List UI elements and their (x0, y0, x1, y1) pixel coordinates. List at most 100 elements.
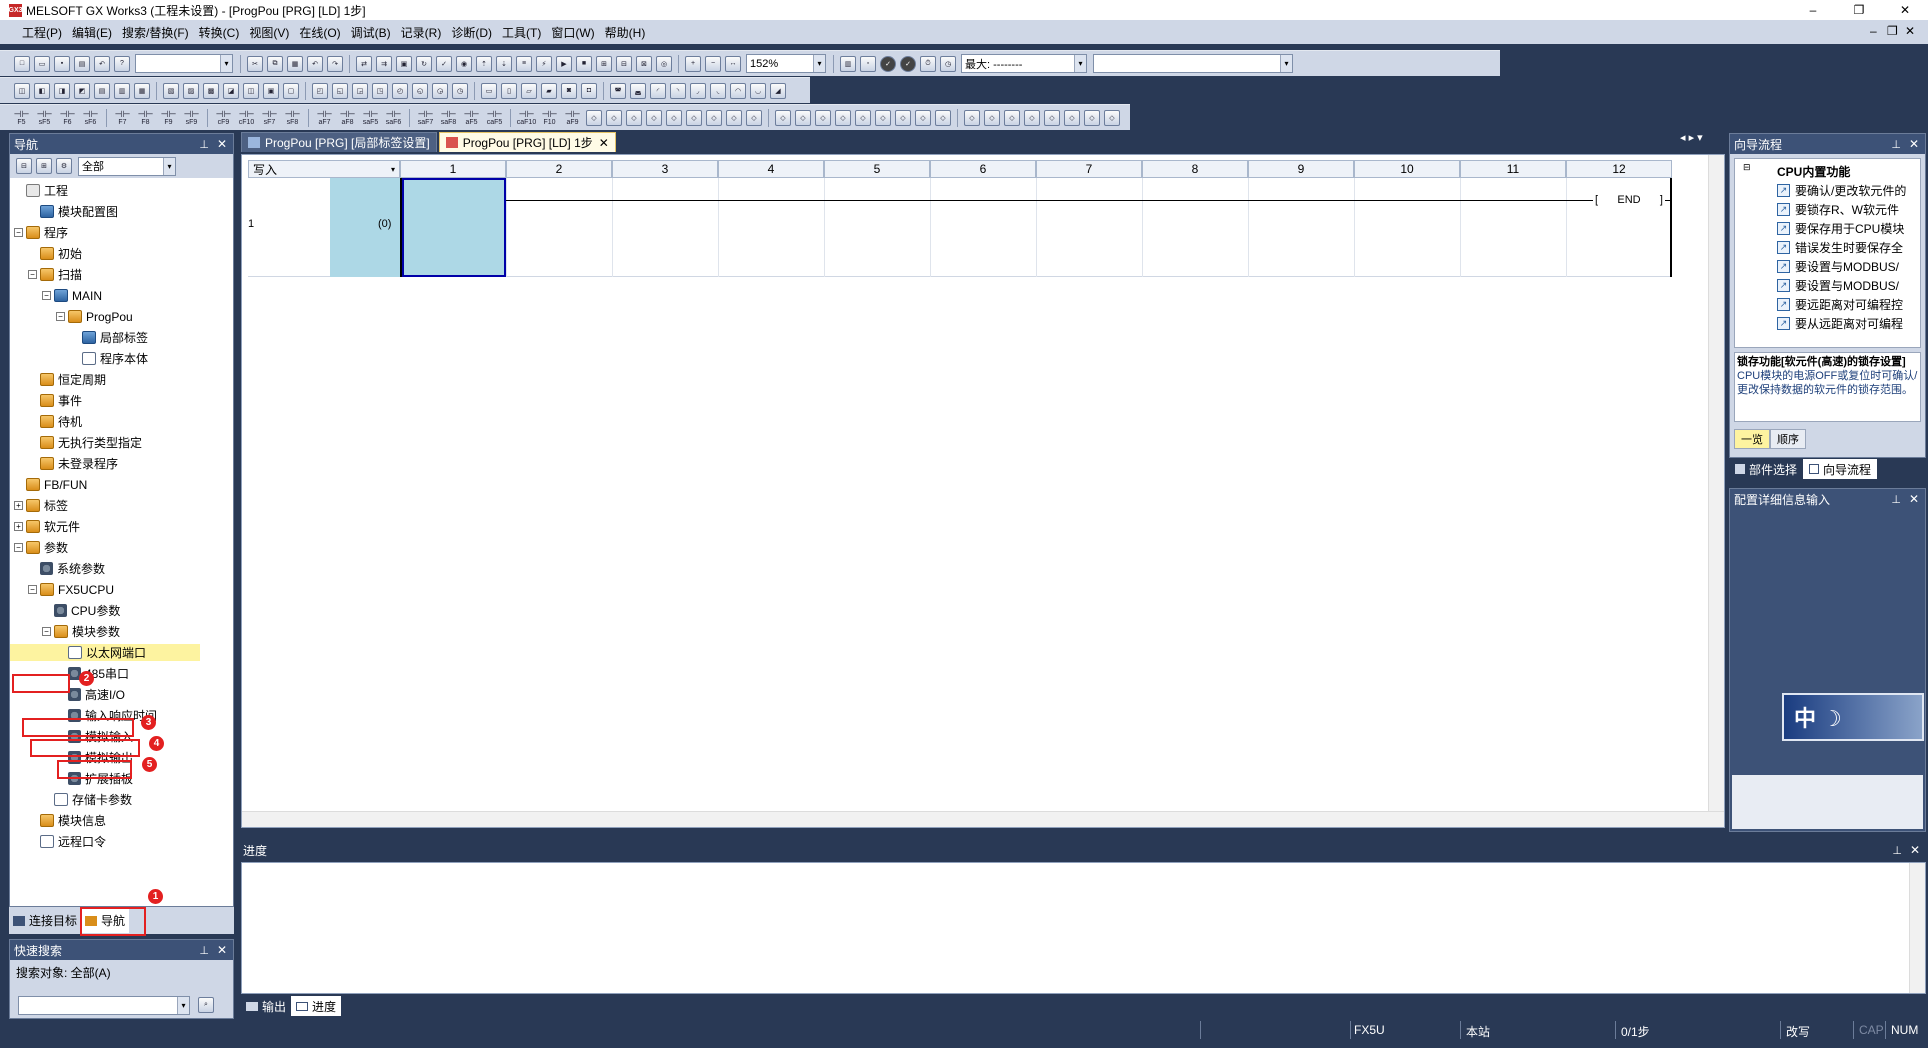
ladder-tool-6-icon[interactable]: ◇ (706, 109, 722, 126)
ladder-tool-9-icon[interactable]: ◇ (775, 109, 791, 126)
ladder-key-9-button[interactable]: ⊣⊢ cF10 (236, 109, 257, 126)
ladder-tool-12-icon[interactable]: ◇ (835, 109, 851, 126)
pin-icon[interactable]: ⊥ (1891, 138, 1901, 151)
ladder-tool-11-icon[interactable]: ◇ (815, 109, 831, 126)
tree-node-3[interactable]: 初始 (28, 245, 82, 262)
ladder-tool-0-icon[interactable]: ◇ (586, 109, 602, 126)
menu-item-0[interactable]: 工程(P) (22, 24, 62, 41)
guide-item-3[interactable]: ↗ 错误发生时要保存全 (1777, 238, 1903, 257)
program-tool-10-icon[interactable]: ◪ (223, 82, 239, 99)
ladder-key-8-button[interactable]: ⊣⊢ cF9 (213, 109, 234, 126)
menu-item-10[interactable]: 窗口(W) (551, 24, 594, 41)
tree-node-18[interactable]: 系统参数 (28, 560, 105, 577)
menu-item-1[interactable]: 编辑(E) (72, 24, 112, 41)
ladder-tool-18-icon[interactable]: ◇ (964, 109, 980, 126)
ladder-key-18-button[interactable]: ⊣⊢ aF5 (461, 109, 482, 126)
cursor-cell[interactable] (402, 178, 506, 277)
undo-history-icon[interactable]: ↶ (94, 55, 110, 72)
mdi-minimize-button[interactable]: – (1870, 24, 1877, 38)
program-tool-21-icon[interactable]: ◷ (452, 82, 468, 99)
program-tool-35-icon[interactable]: ◡ (750, 82, 766, 99)
tree-node-10[interactable]: 事件 (28, 392, 82, 409)
pin-icon[interactable]: ⊥ (1891, 493, 1901, 506)
paste-icon[interactable]: ▦ (287, 55, 303, 72)
target-combo[interactable]: ▾ (1093, 54, 1293, 73)
expander-icon[interactable]: − (14, 543, 23, 552)
tree-node-2[interactable]: − 程序 (14, 224, 68, 241)
program-tool-29-icon[interactable]: ◛ (630, 82, 646, 99)
collapse-all-icon[interactable]: ⊟ (16, 158, 32, 174)
ladder-key-7-button[interactable]: ⊣⊢ sF9 (181, 109, 202, 126)
guide-item-1[interactable]: ↗ 要锁存R、W软元件 (1777, 200, 1899, 219)
simulator-icon[interactable]: ⊞ (596, 55, 612, 72)
editor-horizontal-scrollbar[interactable] (242, 811, 1724, 827)
ladder-tool-25-icon[interactable]: ◇ (1104, 109, 1120, 126)
ladder-tool-8-icon[interactable]: ◇ (746, 109, 762, 126)
tree-node-14[interactable]: FB/FUN (14, 476, 87, 493)
check-circle-2-icon[interactable]: ✓ (900, 55, 916, 72)
program-tool-34-icon[interactable]: ◠ (730, 82, 746, 99)
editor-vertical-scrollbar[interactable] (1708, 155, 1724, 827)
layout-icon[interactable]: ▥ (840, 55, 856, 72)
tree-node-19[interactable]: − FX5UCPU (28, 581, 114, 598)
ladder-key-15-button[interactable]: ⊣⊢ saF6 (383, 109, 404, 126)
program-tool-7-icon[interactable]: ▧ (163, 82, 179, 99)
ladder-key-17-button[interactable]: ⊣⊢ saF8 (438, 109, 459, 126)
expander-icon[interactable]: − (28, 585, 37, 594)
ladder-key-14-button[interactable]: ⊣⊢ saF5 (360, 109, 381, 126)
zoom-combo[interactable]: 152% ▾ (746, 54, 826, 73)
open-icon[interactable]: ▭ (34, 55, 50, 72)
rebuild-icon[interactable]: ↻ (416, 55, 432, 72)
ladder-key-16-button[interactable]: ⊣⊢ saF7 (415, 109, 436, 126)
ladder-tool-23-icon[interactable]: ◇ (1064, 109, 1080, 126)
print-icon[interactable]: ▤ (74, 55, 90, 72)
program-tool-4-icon[interactable]: ▤ (94, 82, 110, 99)
rung-1[interactable]: 1 (0) [END] (248, 178, 1672, 277)
tree-node-29[interactable]: 存储卡参数 (42, 791, 132, 808)
read-plc-icon[interactable]: ⇣ (496, 55, 512, 72)
progress-output-area[interactable] (241, 862, 1926, 994)
monitor-stop-icon[interactable]: ■ (576, 55, 592, 72)
program-tool-17-icon[interactable]: ◳ (372, 82, 388, 99)
guide-item-7[interactable]: ↗ 要从远距离对可编程 (1777, 314, 1903, 333)
program-tool-19-icon[interactable]: ◵ (412, 82, 428, 99)
search-combo[interactable]: ▾ (135, 54, 233, 73)
end-instruction[interactable]: [END] (1593, 191, 1665, 209)
menu-item-4[interactable]: 视图(V) (249, 24, 289, 41)
expander-icon[interactable]: − (28, 270, 37, 279)
check-icon[interactable]: ✓ (436, 55, 452, 72)
watch-icon[interactable]: ◎ (656, 55, 672, 72)
ladder-tool-19-icon[interactable]: ◇ (984, 109, 1000, 126)
close-icon[interactable]: ✕ (1909, 492, 1919, 506)
tree-node-1[interactable]: 模块配置图 (28, 203, 118, 220)
program-tool-12-icon[interactable]: ▣ (263, 82, 279, 99)
ladder-tool-7-icon[interactable]: ◇ (726, 109, 742, 126)
ladder-key-6-button[interactable]: ⊣⊢ F9 (158, 109, 179, 126)
guide-item-4[interactable]: ↗ 要设置与MODBUS/ (1777, 257, 1899, 276)
close-icon[interactable]: ✕ (217, 137, 227, 151)
quick-search-input[interactable]: ▾ (18, 996, 190, 1015)
program-tool-32-icon[interactable]: ◞ (690, 82, 706, 99)
tree-node-7[interactable]: 局部标签 (70, 329, 148, 346)
max-scan-combo[interactable]: 最大: -------- ▾ (961, 54, 1087, 73)
ladder-key-2-button[interactable]: ⊣⊢ F6 (57, 109, 78, 126)
collapse-icon[interactable]: ⊟ (1743, 162, 1751, 173)
program-tool-14-icon[interactable]: ◰ (312, 82, 328, 99)
ladder-key-1-button[interactable]: ⊣⊢ sF5 (34, 109, 55, 126)
search-icon[interactable]: ⌕ (198, 997, 214, 1013)
small-square-icon[interactable]: ▫ (860, 55, 876, 72)
program-tool-6-icon[interactable]: ▦ (134, 82, 150, 99)
menu-item-8[interactable]: 诊断(D) (451, 24, 492, 41)
verify-icon[interactable]: ≡ (516, 55, 532, 72)
tree-node-0[interactable]: 工程 (14, 182, 68, 199)
tab-scroll-arrows-icon[interactable]: ◂ ▸ ▾ (1680, 131, 1703, 144)
redo-icon[interactable]: ↷ (327, 55, 343, 72)
tab-parts-selection[interactable]: 部件选择 (1729, 461, 1803, 478)
tree-node-4[interactable]: − 扫描 (28, 266, 82, 283)
program-tool-0-icon[interactable]: ◫ (14, 82, 30, 99)
close-icon[interactable]: ✕ (599, 136, 609, 150)
check-circle-icon[interactable]: ✓ (880, 55, 896, 72)
program-tool-26-icon[interactable]: ◙ (561, 82, 577, 99)
expander-icon[interactable]: + (14, 501, 23, 510)
tab-progress[interactable]: 进度 (291, 996, 342, 1016)
